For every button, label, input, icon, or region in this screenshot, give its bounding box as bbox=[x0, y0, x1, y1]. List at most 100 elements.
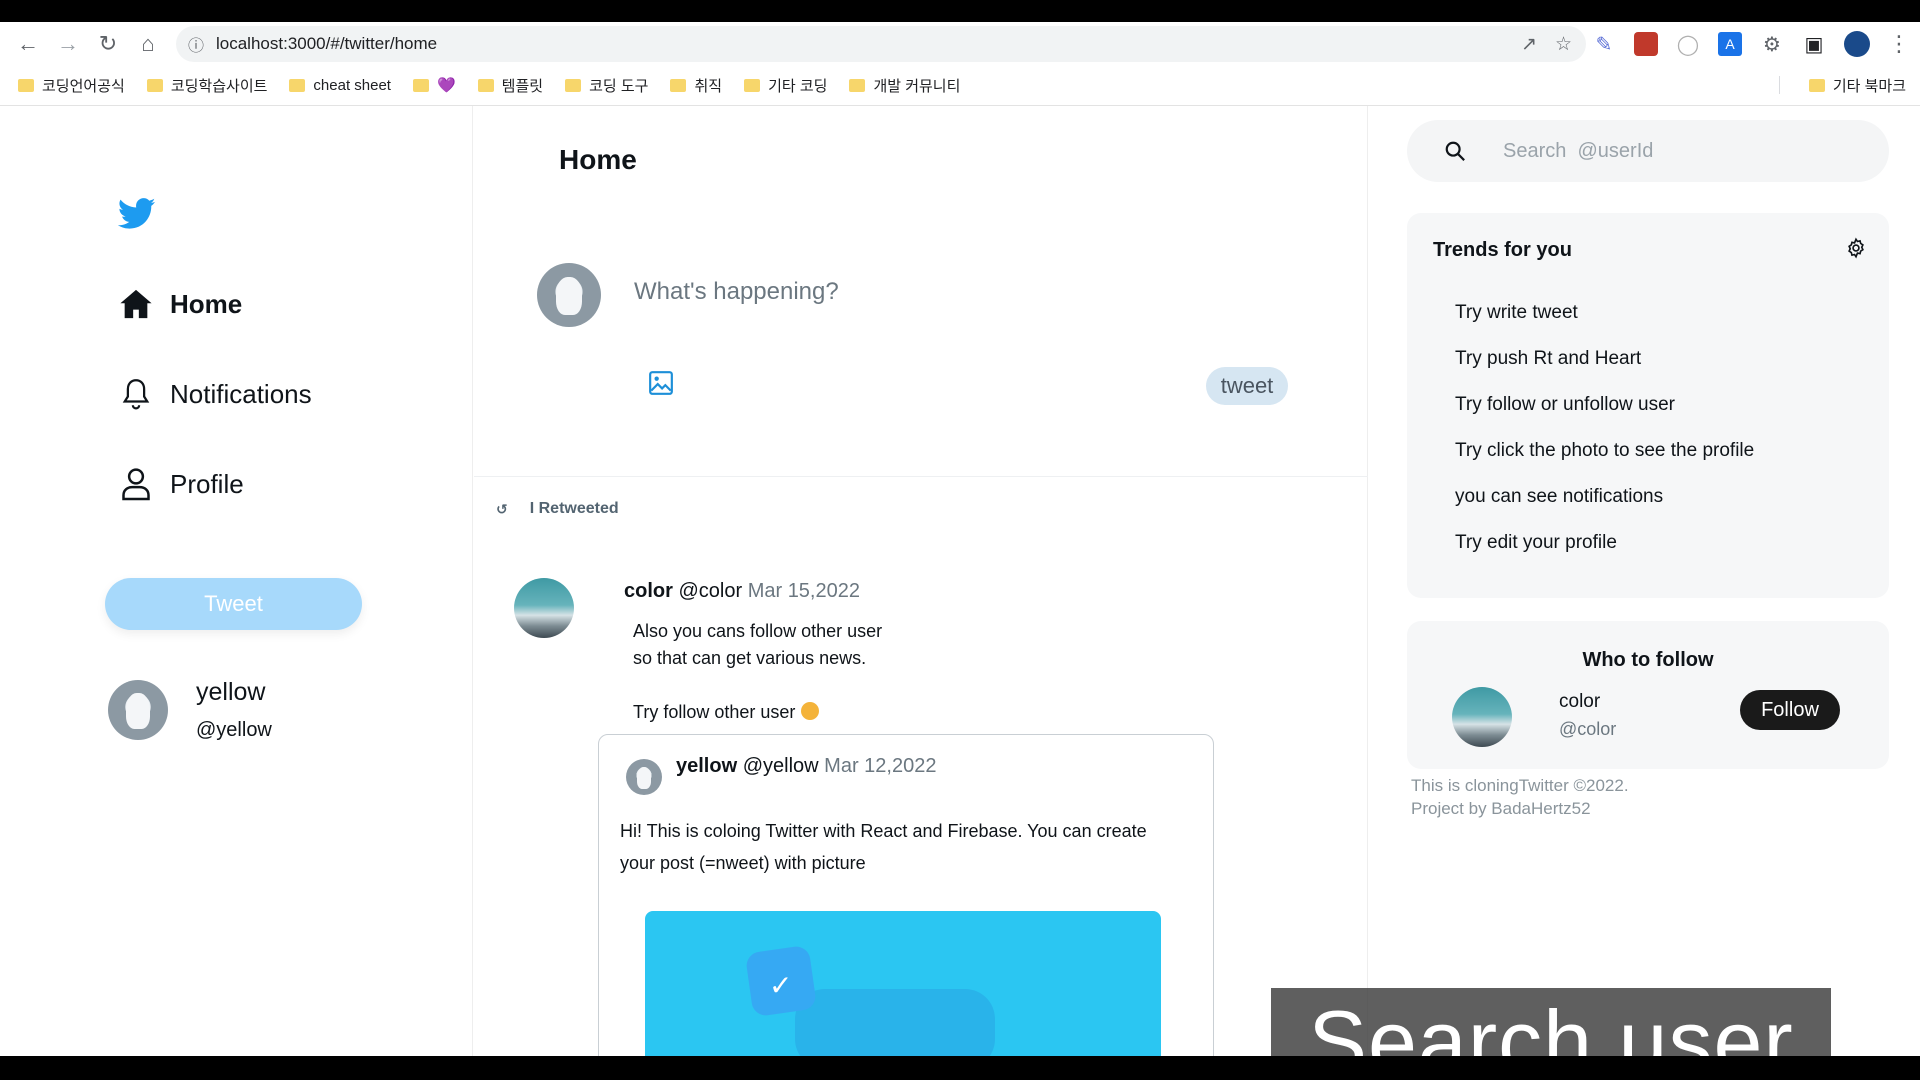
trend-item[interactable]: Try push Rt and Heart bbox=[1455, 347, 1754, 393]
current-user-handle: @yellow bbox=[196, 719, 272, 741]
bookmark-folder[interactable]: 코딩언어공식 bbox=[18, 75, 125, 96]
bookmark-folder[interactable]: 템플릿 bbox=[477, 75, 543, 96]
trend-item[interactable]: Try write tweet bbox=[1455, 301, 1754, 347]
trends-panel: Trends for you Try write tweet Try push … bbox=[1407, 213, 1889, 598]
page-title: Home bbox=[559, 144, 637, 175]
bookmarks-bar: 코딩언어공식 코딩학습사이트 cheat sheet 💜 템플릿 코딩 도구 취… bbox=[0, 68, 1920, 102]
folder-icon bbox=[670, 78, 687, 92]
trends-title: Trends for you bbox=[1433, 239, 1572, 261]
quoted-tweet[interactable]: yellow @yellow Mar 12,2022 Hi! This is c… bbox=[598, 734, 1214, 1056]
url-text[interactable]: localhost:3000/#/twitter/home bbox=[216, 34, 437, 54]
sidebar-item-label: Profile bbox=[170, 468, 244, 499]
chrome-profile-icon[interactable] bbox=[1844, 31, 1870, 57]
current-user[interactable]: yellow @yellow bbox=[108, 678, 272, 742]
folder-icon bbox=[412, 78, 429, 92]
bookmark-folder[interactable]: cheat sheet bbox=[289, 77, 391, 94]
avatar[interactable] bbox=[626, 759, 662, 795]
gear-icon[interactable] bbox=[1845, 237, 1867, 259]
retweet-label: I Retweeted bbox=[529, 500, 619, 517]
right-sidebar: Trends for you Try write tweet Try push … bbox=[1368, 106, 1920, 1056]
circle-extension-icon[interactable]: ◯ bbox=[1676, 32, 1700, 56]
folder-icon bbox=[565, 78, 582, 92]
avatar[interactable] bbox=[108, 680, 168, 740]
sidebar-item-notifications[interactable]: Notifications bbox=[118, 376, 312, 412]
address-bar[interactable]: ⓘ localhost:3000/#/twitter/home ↗ ☆ bbox=[176, 26, 1586, 62]
compose-input[interactable] bbox=[634, 266, 1294, 318]
bookmark-folder[interactable]: 취직 bbox=[670, 75, 722, 96]
home-page-icon[interactable]: ⌂ bbox=[128, 24, 168, 64]
who-to-follow-panel: Who to follow color @color Follow bbox=[1407, 621, 1889, 769]
quoted-author-name[interactable]: yellow bbox=[676, 755, 737, 777]
compose-tweet-button[interactable]: tweet bbox=[1206, 367, 1288, 405]
suggested-user-name[interactable]: color bbox=[1559, 691, 1600, 713]
quoted-author-handle[interactable]: @yellow bbox=[743, 755, 819, 777]
trend-list: Try write tweet Try push Rt and Heart Tr… bbox=[1455, 301, 1754, 577]
tweet-header: color @color Mar 15,2022 bbox=[624, 580, 860, 603]
puzzle-extension-icon[interactable]: ⚙ bbox=[1760, 32, 1784, 56]
divider bbox=[474, 476, 1368, 477]
chrome-menu-icon[interactable]: ⋮ bbox=[1888, 31, 1910, 57]
folder-icon bbox=[477, 78, 494, 92]
bookmark-folder[interactable]: 개발 커뮤니티 bbox=[849, 75, 960, 96]
sidebar-item-label: Notifications bbox=[170, 378, 312, 409]
red-extension-icon[interactable] bbox=[1634, 32, 1658, 56]
sidebar-tweet-button[interactable]: Tweet bbox=[105, 578, 362, 630]
side-panel-icon[interactable]: ▣ bbox=[1802, 32, 1826, 56]
omnibox-actions: ↗ ☆ bbox=[1521, 26, 1572, 62]
bookmark-folder[interactable]: 코딩 도구 bbox=[565, 75, 648, 96]
grinning-emoji-icon bbox=[801, 702, 820, 720]
image-upload-icon[interactable] bbox=[648, 370, 674, 396]
video-caption: Search user bbox=[1271, 988, 1831, 1056]
sidebar-item-label: Home bbox=[170, 288, 243, 319]
folder-icon bbox=[146, 78, 163, 92]
bell-icon bbox=[118, 376, 154, 412]
avatar[interactable] bbox=[514, 578, 574, 638]
sidebar-item-home[interactable]: Home bbox=[118, 286, 242, 322]
footer-text: This is cloningTwitter ©2022. Project by… bbox=[1411, 776, 1629, 818]
image-shape bbox=[795, 989, 995, 1056]
search-input[interactable] bbox=[1503, 139, 1843, 163]
letterbox-bottom bbox=[0, 1056, 1920, 1080]
tweet-author-handle[interactable]: @color bbox=[678, 580, 742, 602]
current-user-name: yellow bbox=[196, 678, 266, 706]
tweet-author-name[interactable]: color bbox=[624, 580, 673, 602]
pen-extension-icon[interactable]: ✎ bbox=[1592, 32, 1616, 56]
bookmark-folder[interactable]: 💜 bbox=[412, 76, 456, 94]
quoted-tweet-header: yellow @yellow Mar 12,2022 bbox=[676, 755, 936, 778]
twitter-logo-icon[interactable] bbox=[118, 198, 156, 230]
bookmark-folder[interactable]: 코딩학습사이트 bbox=[146, 75, 267, 96]
quoted-tweet-text: Hi! This is coloing Twitter with React a… bbox=[620, 821, 1147, 873]
follow-button[interactable]: Follow bbox=[1740, 690, 1840, 730]
bookmark-star-icon[interactable]: ☆ bbox=[1555, 33, 1572, 56]
home-icon bbox=[118, 286, 154, 322]
sidebar-item-profile[interactable]: Profile bbox=[118, 466, 244, 502]
folder-icon bbox=[849, 78, 866, 92]
current-user-info: yellow @yellow bbox=[196, 678, 272, 742]
letterbox-top bbox=[0, 0, 1920, 22]
share-icon[interactable]: ↗ bbox=[1521, 33, 1537, 56]
bookmark-folder[interactable]: 기타 코딩 bbox=[744, 75, 827, 96]
folder-icon bbox=[1808, 78, 1825, 92]
translate-extension-icon[interactable]: A bbox=[1718, 32, 1742, 56]
search-box[interactable] bbox=[1407, 120, 1889, 182]
avatar[interactable] bbox=[1452, 687, 1512, 747]
retweet-icon: ↺ bbox=[496, 500, 508, 517]
reload-icon[interactable]: ↻ bbox=[88, 24, 128, 64]
forward-icon[interactable]: → bbox=[48, 24, 88, 64]
trend-item[interactable]: Try follow or unfollow user bbox=[1455, 393, 1754, 439]
other-bookmarks[interactable]: 기타 북마크 bbox=[1808, 68, 1906, 102]
bookmark-separator bbox=[1779, 76, 1780, 94]
trend-item[interactable]: you can see notifications bbox=[1455, 485, 1754, 531]
left-sidebar: Home Notifications Profile Tweet yellow … bbox=[0, 106, 473, 1056]
browser-toolbar: ← → ↻ ⌂ ⓘ localhost:3000/#/twitter/home … bbox=[0, 22, 1920, 66]
back-icon[interactable]: ← bbox=[8, 24, 48, 64]
quoted-tweet-image[interactable]: ✓ bbox=[645, 911, 1161, 1056]
tweet-text: Also you cans follow other user so that … bbox=[633, 621, 883, 722]
suggested-user-handle[interactable]: @color bbox=[1559, 719, 1616, 740]
trend-item[interactable]: Try edit your profile bbox=[1455, 531, 1754, 577]
avatar[interactable] bbox=[537, 263, 601, 327]
trend-item[interactable]: Try click the photo to see the profile bbox=[1455, 439, 1754, 485]
who-to-follow-title: Who to follow bbox=[1582, 649, 1714, 671]
site-info-icon[interactable]: ⓘ bbox=[176, 32, 216, 56]
extensions: ✎ ◯ A ⚙ ▣ ⋮ bbox=[1592, 26, 1910, 62]
